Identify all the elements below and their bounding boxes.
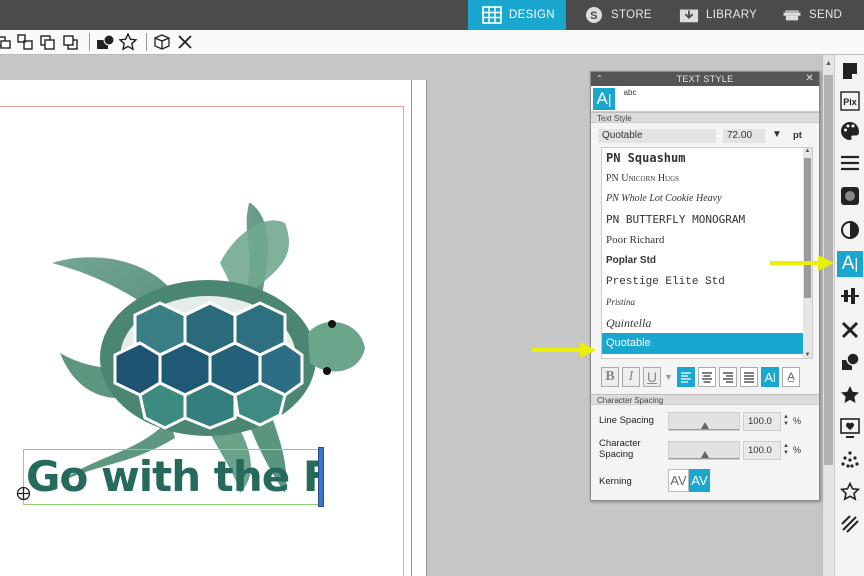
text-style-panel-icon[interactable]: A| bbox=[837, 251, 863, 277]
kerning-on-button[interactable]: AV bbox=[689, 469, 710, 492]
line-spacing-label: Line Spacing bbox=[599, 415, 654, 426]
font-list-item[interactable]: PN BUTTERFLY MONOGRAM bbox=[602, 210, 803, 231]
grid-icon bbox=[482, 6, 502, 24]
font-list-item-selected[interactable]: Quotable bbox=[602, 333, 803, 354]
section-character-spacing: Character Spacing bbox=[591, 394, 819, 405]
align-icon[interactable] bbox=[837, 283, 863, 309]
move-handle-icon[interactable] bbox=[16, 486, 31, 501]
font-list-item[interactable]: Poor Richard bbox=[602, 230, 803, 251]
collapse-chevron-icon[interactable]: ⌃ bbox=[596, 72, 603, 86]
font-list-item[interactable]: PN Squashum bbox=[602, 148, 803, 169]
character-spacing-slider[interactable] bbox=[668, 441, 740, 460]
pixscan-icon[interactable]: Pix bbox=[837, 88, 863, 114]
star-outline-icon[interactable] bbox=[837, 479, 863, 505]
tab-library-label: LIBRARY bbox=[706, 9, 758, 21]
star-replicate-panel-icon[interactable] bbox=[837, 382, 863, 408]
character-spacing-label: Character Spacing bbox=[599, 438, 641, 460]
send-backward-icon[interactable] bbox=[61, 32, 81, 52]
modify-icon[interactable] bbox=[837, 349, 863, 375]
tab-send[interactable]: SEND bbox=[768, 0, 864, 30]
underline-button[interactable]: U bbox=[643, 367, 661, 387]
align-right-icon[interactable] bbox=[719, 367, 737, 387]
abc-spell-icon[interactable]: abc bbox=[619, 88, 641, 110]
text-cursor-handle[interactable] bbox=[318, 447, 324, 507]
kerning-off-button[interactable]: AV bbox=[668, 469, 689, 492]
line-spacing-slider[interactable] bbox=[668, 412, 740, 431]
text-object-go-with-the-flow[interactable]: Go with the Flow bbox=[23, 449, 323, 505]
tab-library[interactable]: LIBRARY bbox=[665, 0, 765, 30]
font-size-unit: pt bbox=[793, 130, 802, 141]
bring-forward-icon[interactable] bbox=[38, 32, 58, 52]
dots-icon[interactable] bbox=[837, 447, 863, 473]
align-center-icon[interactable] bbox=[698, 367, 716, 387]
close-x-icon[interactable] bbox=[175, 32, 195, 52]
highlight-arrow-font bbox=[532, 342, 596, 358]
line-spacing-value[interactable]: 100.0 bbox=[743, 412, 781, 431]
vertical-scrollbar[interactable]: ▲ bbox=[822, 55, 834, 576]
scroll-up-icon[interactable]: ▲ bbox=[825, 60, 832, 67]
section-text-style: Text Style bbox=[591, 112, 819, 123]
trace-icon[interactable] bbox=[837, 415, 863, 441]
tab-store-label: STORE bbox=[611, 9, 652, 21]
store-s-icon: S bbox=[584, 6, 604, 24]
top-navigation-bar: DESIGN S STORE LIBRARY SEND bbox=[0, 0, 864, 30]
svg-text:Pix: Pix bbox=[843, 97, 857, 107]
highlight-arrow-panel bbox=[770, 255, 834, 271]
tab-design-label: DESIGN bbox=[509, 9, 555, 21]
sketch-icon[interactable] bbox=[837, 511, 863, 537]
character-spacing-percent: % bbox=[793, 445, 802, 455]
tab-design[interactable]: DESIGN bbox=[468, 0, 566, 30]
text-baseline-icon[interactable]: A̲ bbox=[782, 367, 800, 387]
right-panel-toolbar: Pix A| bbox=[834, 55, 864, 576]
toolbar bbox=[0, 30, 864, 55]
design-store-palette-icon[interactable] bbox=[837, 118, 863, 144]
panel-close-icon[interactable]: ✕ bbox=[805, 72, 814, 86]
fill-shape-icon[interactable] bbox=[95, 32, 115, 52]
svg-text:S: S bbox=[590, 10, 598, 22]
line-style-icon[interactable] bbox=[837, 150, 863, 176]
align-left-icon[interactable] bbox=[677, 367, 695, 387]
group-icon[interactable] bbox=[0, 32, 12, 52]
font-name-field[interactable]: Quotable bbox=[598, 129, 716, 143]
cutter-machine-icon bbox=[782, 6, 802, 24]
contrast-icon[interactable] bbox=[837, 217, 863, 243]
character-spacing-stepper-icon[interactable]: ▲ ▼ bbox=[783, 443, 789, 457]
text-style-panel: ⌃ TEXT STYLE ✕ A | abc Text Style Quotabl… bbox=[590, 71, 820, 501]
transform-icon[interactable] bbox=[837, 317, 863, 343]
line-spacing-stepper-icon[interactable]: ▲ ▼ bbox=[783, 414, 789, 428]
font-list-item[interactable]: PN Whole Lot Cookie Heavy bbox=[602, 189, 803, 210]
panel-title: TEXT STYLE bbox=[676, 74, 734, 84]
bold-button[interactable]: B bbox=[601, 367, 619, 387]
fill-icon[interactable] bbox=[837, 183, 863, 209]
font-list-item[interactable]: Prestige Elite Std bbox=[602, 272, 803, 293]
italic-button[interactable]: I bbox=[622, 367, 640, 387]
library-download-icon bbox=[679, 6, 699, 24]
text-on-path-icon[interactable]: A | bbox=[761, 367, 779, 387]
kerning-label: Kerning bbox=[599, 476, 632, 487]
font-size-dropdown-icon[interactable]: ▼ bbox=[772, 129, 782, 140]
underline-dropdown-icon[interactable]: ▼ bbox=[664, 372, 674, 382]
align-justify-icon[interactable] bbox=[740, 367, 758, 387]
page-setup-icon[interactable] bbox=[837, 58, 863, 84]
font-list-item[interactable]: Quintella bbox=[602, 313, 803, 334]
font-list-item[interactable]: Pristina bbox=[602, 292, 803, 313]
font-list-item[interactable]: PN Unicorn Hugs bbox=[602, 169, 803, 190]
text-style-tab-icon[interactable]: A | bbox=[593, 87, 615, 110]
ungroup-icon[interactable] bbox=[15, 32, 35, 52]
tab-store[interactable]: S STORE bbox=[570, 0, 665, 30]
panel-header[interactable]: ⌃ TEXT STYLE ✕ bbox=[591, 72, 819, 86]
3d-box-icon[interactable] bbox=[152, 32, 172, 52]
toolbar-divider bbox=[146, 33, 147, 51]
font-size-field[interactable]: 72.00 bbox=[723, 129, 765, 143]
tab-send-label: SEND bbox=[809, 9, 843, 21]
toolbar-divider bbox=[89, 33, 90, 51]
character-spacing-value[interactable]: 100.0 bbox=[743, 441, 781, 460]
line-spacing-percent: % bbox=[793, 416, 802, 426]
star-replicate-icon[interactable] bbox=[118, 32, 138, 52]
